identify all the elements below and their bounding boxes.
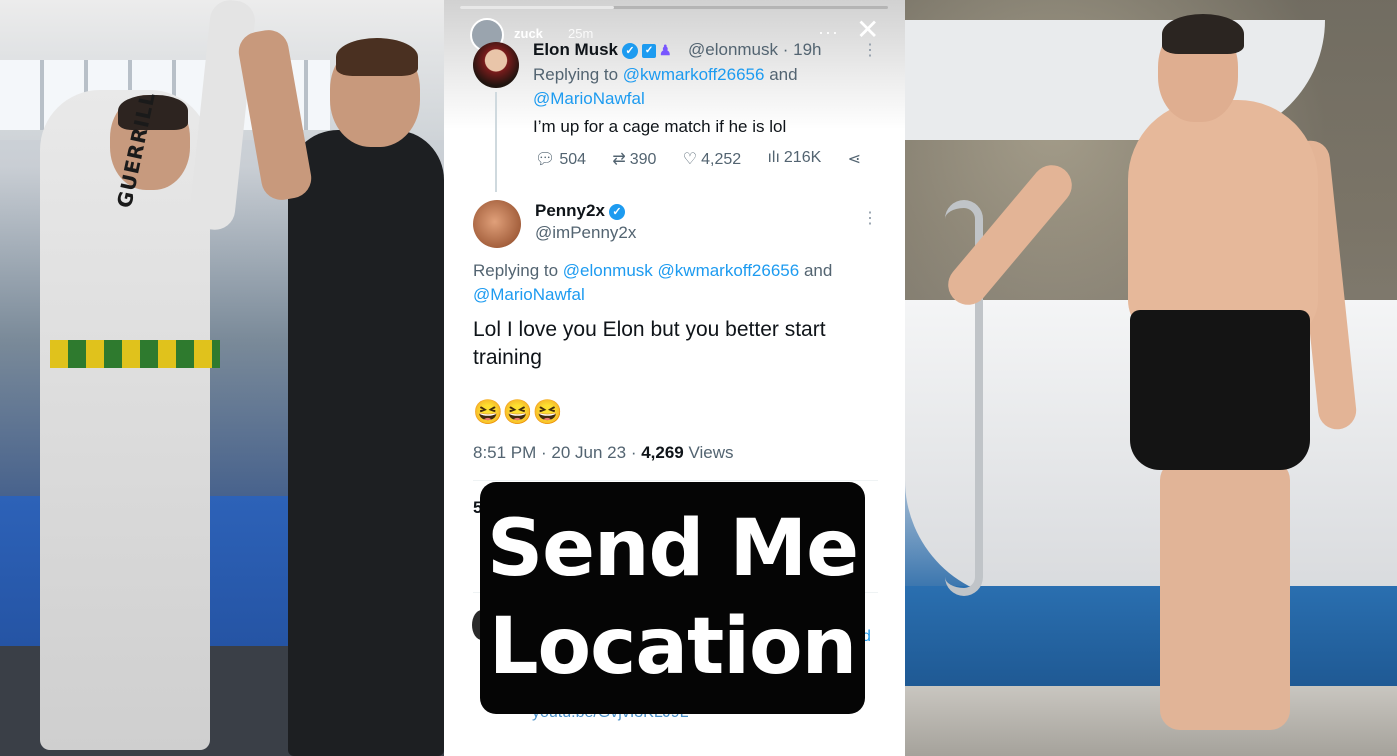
tweet2-text: Lol I love you Elon but you better start… [473, 318, 826, 369]
views-count: 216K [783, 149, 822, 166]
story-username[interactable]: zuck [514, 26, 543, 41]
meta-time: 8:51 PM · 20 Jun 23 · [473, 443, 642, 462]
views-button[interactable]: ılı 216K [767, 149, 821, 169]
penny-avatar[interactable] [473, 200, 521, 248]
replying-and: and [799, 261, 833, 280]
tweet1-handle-time[interactable]: @elonmusk · 19h [688, 40, 822, 60]
replying-prefix: Replying to [533, 65, 623, 84]
tweet1-more-icon[interactable]: ⋮ [862, 40, 878, 60]
reply-icon: 💬︎ [535, 151, 556, 168]
share-button[interactable]: ⋖ [848, 149, 865, 169]
views-icon: ılı [767, 149, 780, 166]
tweet2-name[interactable]: Penny2x [535, 201, 605, 220]
verified-icon: ✓ [622, 42, 639, 59]
like-button[interactable]: ♡ 4,252 [683, 149, 741, 169]
boat-swim-deck [905, 686, 1397, 756]
caption-line-2: Location [488, 602, 857, 692]
divider [473, 480, 878, 481]
man-hair [1162, 14, 1244, 54]
tweet2-meta: 8:51 PM · 20 Jun 23 · 4,269 Views [473, 443, 734, 463]
reply-user-link[interactable]: @kwmarkoff26656 [623, 65, 765, 84]
replying-and: and [764, 65, 798, 84]
story-time: 25m [568, 26, 594, 41]
like-count: 4,252 [701, 151, 742, 168]
elon-avatar[interactable] [473, 42, 519, 88]
tweet1-text: I’m up for a cage match if he is lol [533, 117, 787, 136]
tweet2-replying-to: Replying to @elonmusk @kwmarkoff26656 an… [473, 259, 883, 307]
reply-user-link[interactable]: @elonmusk [563, 261, 653, 280]
meta-views-label: Views [683, 443, 734, 462]
reply-user-link[interactable]: @MarioNawfal [533, 89, 645, 108]
tweet2-author[interactable]: Penny2x ✓ [535, 201, 625, 221]
man-torso [1128, 100, 1318, 340]
like-icon: ♡ [682, 151, 698, 168]
fighter-belt [50, 340, 220, 368]
story-progress-bar [460, 6, 888, 9]
tweet1-author[interactable]: Elon Musk ✓ ✓ ♟ [533, 40, 672, 60]
tweet2-more-icon[interactable]: ⋮ [862, 208, 878, 228]
reply-user-link[interactable]: @MarioNawfal [473, 285, 585, 304]
share-icon: ⋖ [847, 151, 861, 168]
retweet-button[interactable]: ⇄ 390 [612, 149, 656, 169]
left-photo-bjj: GUERRILL [0, 0, 444, 756]
tweet1-actions: 💬︎ 504 ⇄ 390 ♡ 4,252 ılı 216K ⋖ [535, 149, 865, 169]
retweet-count: 390 [629, 151, 657, 168]
replying-prefix: Replying to [473, 261, 563, 280]
tweet2-handle[interactable]: @imPenny2x [535, 223, 636, 243]
tweet1-replying-to: Replying to @kwmarkoff26656 and @MarioNa… [533, 63, 873, 111]
tweet2-emojis: 😆😆😆 [473, 399, 563, 426]
verified-icon: ✓ [608, 203, 625, 220]
thread-line [495, 92, 497, 192]
people-badge-icon: ♟ [659, 42, 672, 59]
referee [288, 130, 444, 756]
reply-user-link[interactable]: @kwmarkoff26656 [658, 261, 800, 280]
tweet1-name[interactable]: Elon Musk [533, 40, 618, 59]
caption-line-1: Send Me [486, 504, 859, 594]
story-progress-fill [460, 6, 615, 9]
reply-count: 504 [559, 151, 587, 168]
meta-views-count: 4,269 [641, 443, 684, 462]
man-swim-shorts [1130, 310, 1310, 470]
referee-hair [336, 38, 418, 76]
affiliate-badge-icon: ✓ [642, 43, 657, 58]
man-legs [1160, 460, 1290, 730]
reply-button[interactable]: 💬︎ 504 [535, 149, 586, 169]
send-me-location-caption: Send Me Location [480, 482, 865, 714]
retweet-icon: ⇄ [612, 151, 626, 168]
